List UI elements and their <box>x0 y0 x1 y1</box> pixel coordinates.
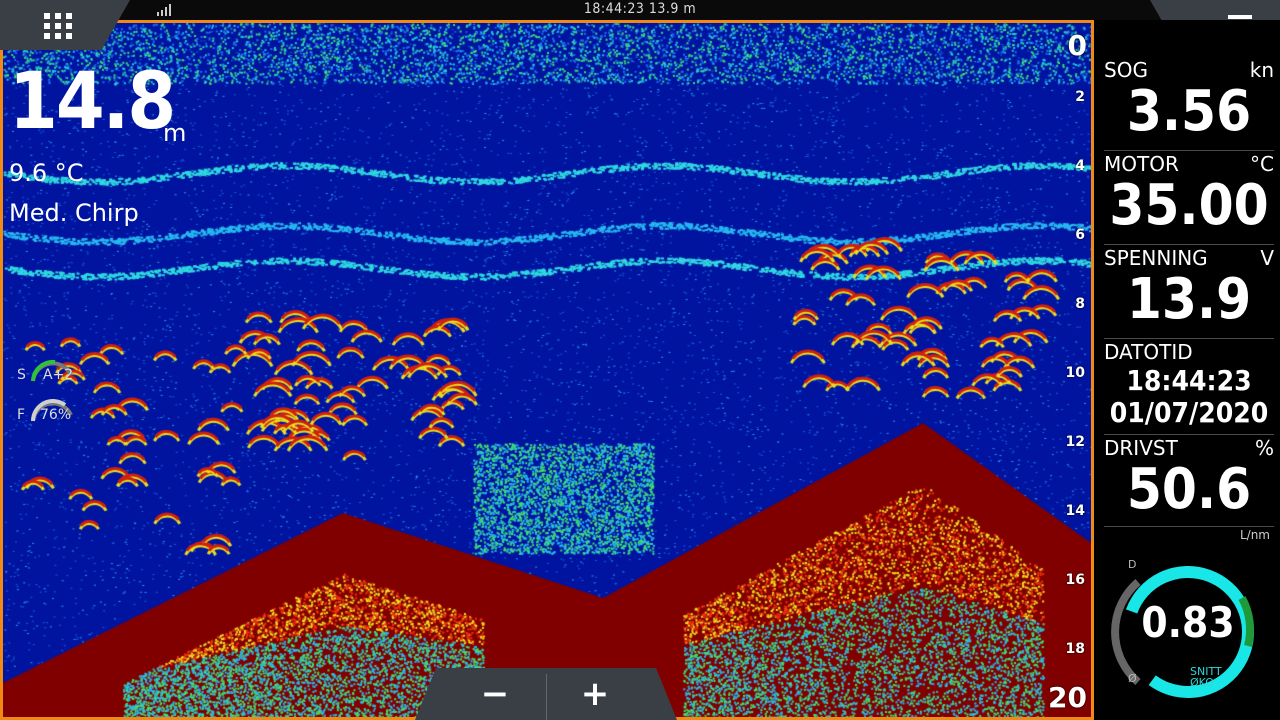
sensitivity-value: A+2 <box>43 367 74 383</box>
zoom-out-button[interactable]: − <box>455 670 535 718</box>
frequency-value: 76% <box>40 407 72 423</box>
depth-unit: m <box>163 119 187 147</box>
range-scale-tick: 8 <box>1075 296 1085 312</box>
datetime-label: DATOTID <box>1104 340 1193 364</box>
voltage-value: 13.9 <box>1126 267 1252 332</box>
time-value: 18:44:23 <box>1126 364 1252 397</box>
range-scale-tick: 2 <box>1075 89 1085 105</box>
economy-min-label: Ø <box>1128 672 1137 685</box>
range-scale-tick: 16 <box>1065 572 1085 588</box>
range-scale-tick: 12 <box>1065 434 1085 450</box>
status-clock: 18:44:23 13.9 m <box>583 1 697 17</box>
range-scale-tick: 20 <box>1048 681 1087 714</box>
grid-icon <box>44 13 72 39</box>
range-scale-tick: 14 <box>1065 503 1085 519</box>
economy-value: 0.83 <box>1141 598 1235 647</box>
zoom-in-button[interactable]: + <box>555 670 635 718</box>
sog-tile[interactable]: SOG kn 3.56 <box>1104 58 1274 151</box>
range-scale-tick: 6 <box>1075 227 1085 243</box>
sensitivity-label: S <box>17 367 26 383</box>
sog-unit: kn <box>1249 58 1274 82</box>
range-scale-tick: 4 <box>1075 158 1085 174</box>
status-bar: 18:44:23 13.9 m <box>0 0 1280 20</box>
instrument-databar[interactable]: SOG kn 3.56 MOTOR °C 35.00 SPENNING V 13… <box>1096 20 1280 720</box>
date-value: 01/07/2020 <box>1109 396 1269 429</box>
sog-value: 3.56 <box>1126 79 1252 144</box>
water-temperature: 9.6 °C <box>9 159 84 187</box>
sonar-view[interactable]: 14.8 m 9.6 °C Med. Chirp S A+2 F 76% 0 2… <box>0 20 1094 720</box>
depth-value: 14.8 <box>9 57 176 147</box>
frequency-label: F <box>17 407 26 423</box>
motor-value: 35.00 <box>1109 173 1269 238</box>
zoom-controls: − + <box>415 668 677 720</box>
economy-avg-label: ØKO <box>1190 676 1214 689</box>
fuel-value: 50.6 <box>1126 457 1252 522</box>
economy-max-label: D <box>1128 558 1137 571</box>
economy-unit: L/nm <box>1239 528 1270 542</box>
zoom-divider <box>546 674 547 720</box>
range-scale-tick: 10 <box>1065 365 1085 381</box>
voltage-unit: V <box>1260 246 1274 270</box>
range-scale-tick: 18 <box>1065 641 1085 657</box>
fuel-unit: % <box>1254 436 1274 460</box>
range-scale-tick: 0 <box>1067 29 1087 62</box>
motor-temp-tile[interactable]: MOTOR °C 35.00 <box>1104 152 1274 245</box>
voltage-tile[interactable]: SPENNING V 13.9 <box>1104 246 1274 339</box>
sonar-mode: Med. Chirp <box>9 199 139 227</box>
datetime-tile[interactable]: DATOTID 18:44:23 01/07/2020 <box>1104 340 1274 435</box>
fuel-tile[interactable]: DRIVST % 50.6 <box>1104 436 1274 527</box>
